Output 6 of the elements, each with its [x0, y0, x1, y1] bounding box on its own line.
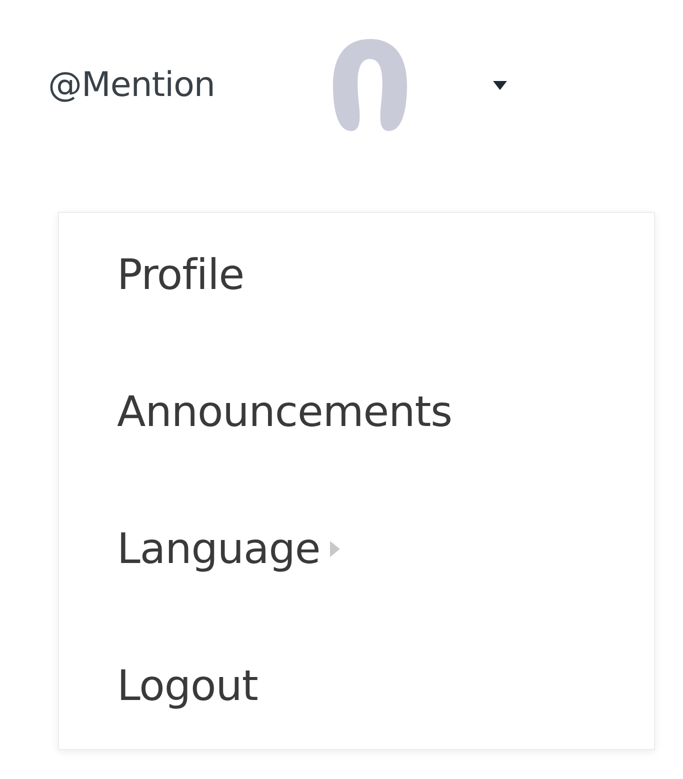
menu-item[interactable]: Announcements: [59, 387, 654, 524]
mention-link[interactable]: @Mention: [48, 65, 215, 105]
menu-item[interactable]: Profile: [59, 250, 654, 387]
menu-item[interactable]: Language: [59, 524, 654, 661]
menu-item[interactable]: Logout: [59, 661, 654, 779]
caret-icon[interactable]: [492, 80, 507, 90]
